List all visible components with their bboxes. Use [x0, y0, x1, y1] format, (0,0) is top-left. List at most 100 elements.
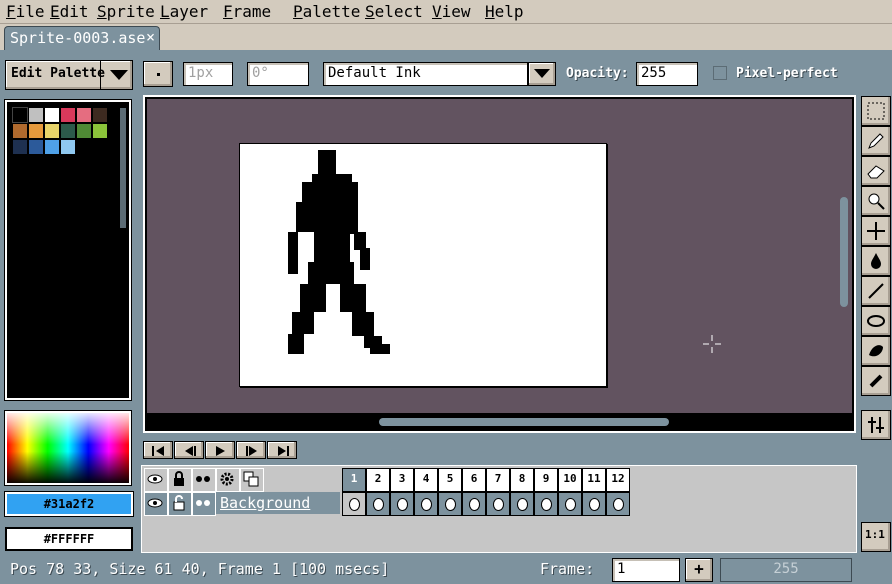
eyedropper-tool[interactable]: [861, 186, 891, 216]
onion-skin-icon[interactable]: [240, 468, 264, 492]
menu-view[interactable]: View: [432, 2, 471, 22]
layer-continuous-toggle[interactable]: [192, 492, 216, 516]
cel[interactable]: [582, 492, 606, 516]
edit-palette-button[interactable]: Edit Palette: [5, 60, 133, 90]
cel[interactable]: [510, 492, 534, 516]
next-frame-button[interactable]: [236, 441, 266, 459]
frame-header[interactable]: 5: [438, 468, 462, 492]
brush-angle-field[interactable]: 0°: [247, 62, 309, 86]
frame-header[interactable]: 10: [558, 468, 582, 492]
canvas-area[interactable]: [147, 99, 852, 413]
canvas-horizontal-scrollbar[interactable]: [379, 418, 669, 426]
cel-dot-icon: [493, 498, 504, 511]
layer-lock-toggle[interactable]: [168, 492, 192, 516]
frame-header[interactable]: 6: [462, 468, 486, 492]
palette-swatch[interactable]: [77, 108, 91, 122]
palette-swatch[interactable]: [45, 140, 59, 154]
chevron-down-icon: [110, 70, 128, 80]
layer-name-row[interactable]: Background: [216, 492, 340, 514]
palette-scrollbar[interactable]: [120, 108, 126, 228]
frame-header[interactable]: 8: [510, 468, 534, 492]
palette-swatch[interactable]: [13, 140, 27, 154]
palette-swatch[interactable]: [45, 108, 59, 122]
frame-header[interactable]: 7: [486, 468, 510, 492]
frame-header[interactable]: 9: [534, 468, 558, 492]
menu-layer[interactable]: Layer: [160, 2, 208, 22]
cel[interactable]: [558, 492, 582, 516]
frame-field[interactable]: 1: [612, 558, 680, 582]
cel[interactable]: [486, 492, 510, 516]
ink-dropdown-button[interactable]: [528, 62, 556, 86]
frame-header[interactable]: 4: [414, 468, 438, 492]
frame-header[interactable]: 3: [390, 468, 414, 492]
prev-frame-button[interactable]: [174, 441, 204, 459]
sprite-canvas[interactable]: [239, 143, 607, 387]
continuous-icon[interactable]: [192, 468, 216, 492]
menu-select[interactable]: Select: [365, 2, 423, 22]
cel[interactable]: [414, 492, 438, 516]
menu-frame[interactable]: Frame: [223, 2, 271, 22]
line-tool[interactable]: [861, 276, 891, 306]
menu-palette[interactable]: Palette: [293, 2, 360, 22]
palette-swatch[interactable]: [77, 124, 91, 138]
palette-swatch[interactable]: [12, 107, 28, 123]
frame-header[interactable]: 1: [342, 468, 366, 492]
zoom-1to1-button[interactable]: 1:1: [861, 522, 891, 552]
move-tool[interactable]: [861, 216, 891, 246]
palette-swatch[interactable]: [93, 124, 107, 138]
ellipse-tool[interactable]: [861, 306, 891, 336]
cel[interactable]: [534, 492, 558, 516]
play-button[interactable]: [205, 441, 235, 459]
frame-header[interactable]: 11: [582, 468, 606, 492]
palette-swatch[interactable]: [29, 140, 43, 154]
menu-file[interactable]: File: [6, 2, 45, 22]
palette-swatch[interactable]: [29, 124, 43, 138]
lock-icon[interactable]: [168, 468, 192, 492]
palette-swatch[interactable]: [13, 124, 27, 138]
pixel-perfect-checkbox[interactable]: [713, 66, 727, 80]
opacity-field[interactable]: 255: [636, 62, 698, 86]
frame-header[interactable]: 2: [366, 468, 390, 492]
tab-sprite[interactable]: Sprite-0003.ase ×: [4, 26, 160, 50]
blur-tool[interactable]: [861, 336, 891, 366]
canvas-vertical-scrollbar[interactable]: [840, 197, 848, 307]
tab-title: Sprite-0003.ase: [10, 29, 146, 47]
toolbox-options-button[interactable]: [861, 410, 891, 440]
palette-swatch[interactable]: [45, 124, 59, 138]
cel[interactable]: [606, 492, 630, 516]
play-icon: [216, 446, 225, 456]
cel[interactable]: [342, 492, 366, 516]
layer-visibility-toggle[interactable]: [144, 492, 168, 516]
close-icon[interactable]: ×: [146, 28, 155, 46]
cel[interactable]: [366, 492, 390, 516]
menu-sprite[interactable]: Sprite: [97, 2, 155, 22]
menu-help[interactable]: Help: [485, 2, 524, 22]
add-frame-button[interactable]: +: [685, 558, 713, 582]
palette-swatch[interactable]: [61, 140, 75, 154]
first-frame-button[interactable]: [143, 441, 173, 459]
frame-header[interactable]: 12: [606, 468, 630, 492]
palette-swatch[interactable]: [93, 108, 107, 122]
eraser-tool[interactable]: [861, 156, 891, 186]
foreground-color-button[interactable]: #31a2f2: [5, 492, 133, 516]
cel[interactable]: [462, 492, 486, 516]
fill-tool[interactable]: [861, 246, 891, 276]
marquee-tool[interactable]: [861, 96, 891, 126]
palette-swatch[interactable]: [61, 124, 75, 138]
color-spectrum[interactable]: [5, 411, 131, 485]
menu-edit[interactable]: Edit: [50, 2, 89, 22]
cel[interactable]: [438, 492, 462, 516]
ink-select[interactable]: Default Ink: [323, 62, 528, 86]
ellipse-icon: [867, 315, 885, 327]
background-color-button[interactable]: #FFFFFF: [5, 527, 133, 551]
spray-tool[interactable]: [861, 366, 891, 396]
gear-icon[interactable]: [216, 468, 240, 492]
brush-type-button[interactable]: [143, 61, 173, 87]
cel[interactable]: [390, 492, 414, 516]
pencil-tool[interactable]: [861, 126, 891, 156]
last-frame-button[interactable]: [267, 441, 297, 459]
brush-size-field[interactable]: 1px: [183, 62, 233, 86]
palette-swatch[interactable]: [29, 108, 43, 122]
eye-icon[interactable]: [144, 468, 168, 492]
palette-swatch[interactable]: [61, 108, 75, 122]
